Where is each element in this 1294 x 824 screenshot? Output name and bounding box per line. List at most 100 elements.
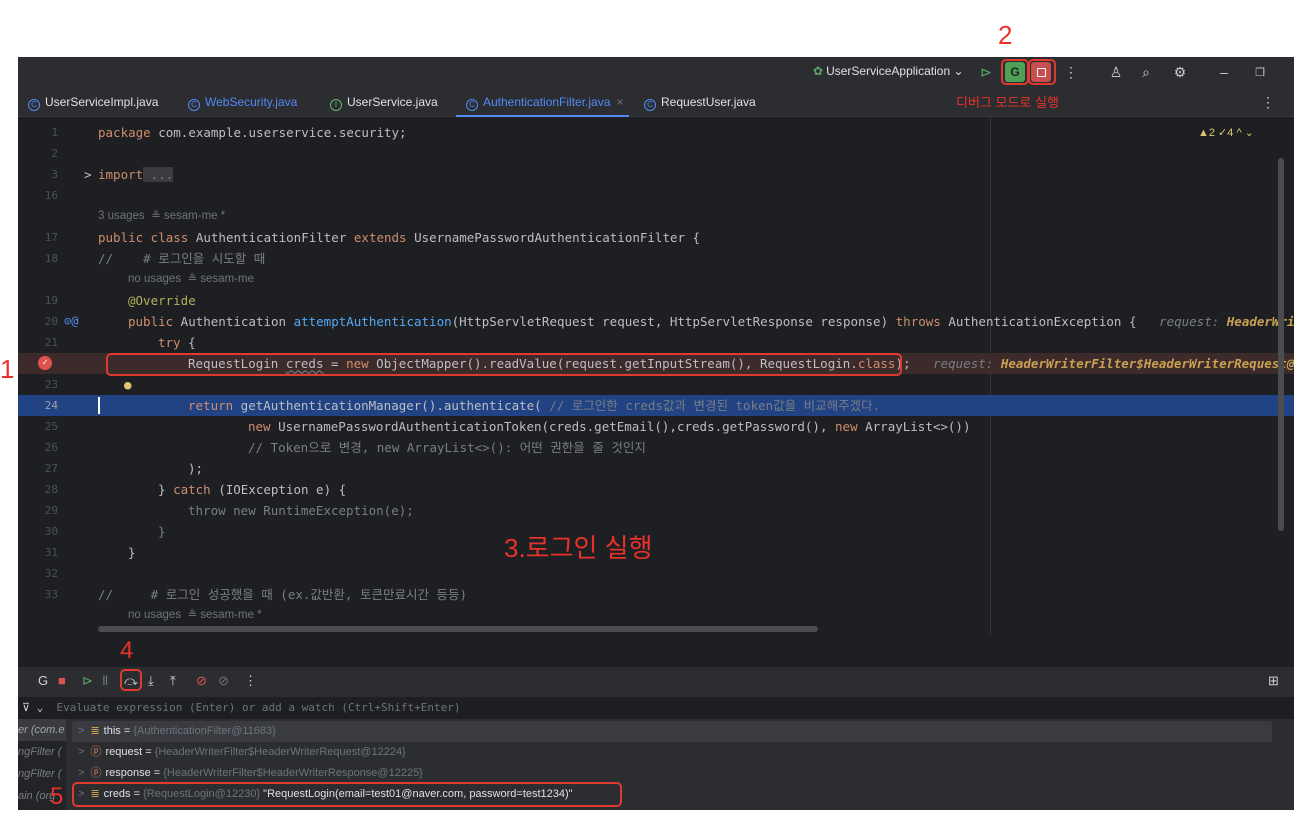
- minimize-icon[interactable]: –: [1214, 62, 1234, 82]
- code-line-20: 20 ⊙@ public Authentication attemptAuthent…: [18, 311, 1294, 332]
- code-line-27: 27);: [18, 458, 1294, 479]
- code-line-33: 33 // # 로그인 성공했을 때 (ex.값반환, 토큰만료시간 등등): [18, 584, 1294, 605]
- more-icon[interactable]: ⋮: [244, 673, 257, 689]
- line-number: 27: [44, 462, 58, 475]
- variable-name: this: [103, 725, 121, 737]
- frame-item[interactable]: er (com.e: [18, 719, 66, 741]
- code-fragment: com.example.userservice.security;: [150, 125, 407, 140]
- usage-hint: 3 usages ≗ sesam-me *: [18, 206, 1294, 227]
- line-number: 30: [44, 525, 58, 538]
- settings-icon[interactable]: ⚙: [1170, 62, 1190, 82]
- keyword: throws: [895, 314, 941, 329]
- code-line-18: 18 // # 로그인을 시도할 때: [18, 248, 1294, 269]
- editor-tabs: C UserServiceImpl.java C WebSecurity.java …: [18, 87, 1294, 117]
- expand-chevron-icon[interactable]: >: [78, 725, 84, 737]
- view-breakpoints-icon[interactable]: ⊘: [196, 673, 207, 689]
- breakpoint-icon[interactable]: ✓: [38, 356, 52, 370]
- tab-userserviceimpl[interactable]: C UserServiceImpl.java: [28, 87, 158, 117]
- inline-debug-text: HeaderWriterFilter$HeaderWriterRequest@1: [1000, 356, 1294, 371]
- layout-icon[interactable]: ⊞: [1268, 673, 1279, 689]
- comment: // Token으로 변경, new ArrayList<>(): 어떤 권한을…: [248, 440, 646, 455]
- title-bar: ✿ UserServiceApplication ⌄ ⊳ G ⋮ ♙ ⌕ ⚙ – …: [18, 57, 1294, 87]
- evaluate-expression-input[interactable]: ⊽ ⌄ Evaluate expression (Enter) or add a…: [18, 697, 1294, 719]
- highlight-box-debug: [1001, 59, 1029, 85]
- annotation-3: 3.로그인 실행: [504, 533, 653, 563]
- expand-chevron-icon[interactable]: >: [78, 767, 84, 779]
- field-icon: ≣: [90, 725, 100, 737]
- expand-chevron-icon[interactable]: >: [78, 746, 84, 758]
- usages-hint[interactable]: no usages ≗ sesam-me *: [128, 605, 262, 626]
- line-number: 19: [44, 294, 58, 307]
- step-out-icon[interactable]: ⤒: [170, 673, 176, 689]
- class-icon: C: [28, 99, 40, 111]
- line-number: 25: [44, 420, 58, 433]
- line-number: 2: [51, 147, 58, 160]
- inline-debug-value: request: HeaderWrit: [1136, 314, 1294, 329]
- variable-row-response[interactable]: > ⓟ response = {HeaderWriterFilter$HeaderW…: [72, 763, 1272, 784]
- code-line-24: 24 return getAuthenticationManager().auth…: [18, 395, 1294, 416]
- add-user-icon[interactable]: ♙: [1106, 62, 1126, 82]
- line-number: 28: [44, 483, 58, 496]
- pause-icon[interactable]: Ⅱ: [102, 673, 108, 689]
- line-number: 29: [44, 504, 58, 517]
- tab-userservice[interactable]: I UserService.java: [330, 87, 438, 117]
- filter-icon[interactable]: ⊽ ⌄: [22, 701, 43, 714]
- inline-debug-label: request:: [1159, 314, 1227, 329]
- lightbulb-icon[interactable]: ●: [124, 374, 132, 395]
- close-icon[interactable]: ×: [616, 95, 623, 109]
- code-text: try {: [158, 332, 196, 353]
- code-fragment: UsernamePasswordAuthenticationFilter {: [406, 230, 701, 245]
- code-fragment: getAuthenticationManager().authenticate(: [233, 398, 550, 413]
- override-gutter-icon[interactable]: ⊙@: [64, 311, 78, 332]
- resume-icon[interactable]: ⊳: [976, 62, 996, 82]
- code-text: public class AuthenticationFilter extend…: [98, 227, 700, 248]
- annotation-override: @Override: [128, 293, 196, 308]
- annotation-5: 5: [50, 783, 64, 810]
- line-number: 24: [44, 399, 58, 412]
- variable-row-this[interactable]: > ≣ this = {AuthenticationFilter@11683}: [72, 721, 1272, 742]
- folded-imports[interactable]: ...: [143, 167, 174, 182]
- more-icon[interactable]: ⋮: [1061, 62, 1081, 82]
- usages-hint[interactable]: 3 usages ≗ sesam-me *: [98, 206, 225, 227]
- highlight-box-line-22: [106, 353, 902, 376]
- code-line-26: 26 // Token으로 변경, new ArrayList<>(): 어떤 권…: [18, 437, 1294, 458]
- line-number: 21: [44, 336, 58, 349]
- rerun-icon[interactable]: G: [38, 673, 48, 688]
- tab-label: AuthenticationFilter.java: [483, 95, 611, 109]
- vertical-scrollbar[interactable]: [1278, 158, 1284, 531]
- mute-breakpoints-icon[interactable]: ⊘: [218, 673, 229, 689]
- code-text: new UsernamePasswordAuthenticationToken(…: [248, 416, 970, 437]
- usages-hint[interactable]: no usages ≗ sesam-me: [128, 269, 254, 290]
- variable-row-request[interactable]: > ⓟ request = {HeaderWriterFilter$HeaderWr…: [72, 742, 1272, 763]
- code-line-1: 1 package com.example.userservice.securit…: [18, 122, 1294, 143]
- line-number: 20: [44, 315, 58, 328]
- code-fragment: (HttpServletRequest request, HttpServlet…: [451, 314, 896, 329]
- fold-chevron-icon[interactable]: >: [84, 164, 92, 185]
- keyword: try: [158, 335, 181, 350]
- tabs-more-icon[interactable]: ⋮: [1258, 92, 1278, 112]
- tab-authenticationfilter[interactable]: C AuthenticationFilter.java ×: [455, 87, 630, 117]
- tab-websecurity[interactable]: C WebSecurity.java: [188, 87, 297, 117]
- code-editor[interactable]: ▲2 ✓4 ^ ⌄ 1 package com.example.userservi…: [18, 118, 1294, 635]
- variable-eq: =: [120, 725, 134, 737]
- class-icon: C: [644, 99, 656, 111]
- horizontal-scrollbar[interactable]: [98, 626, 818, 632]
- stop-icon[interactable]: ■: [58, 673, 66, 688]
- maximize-icon[interactable]: ❐: [1250, 62, 1270, 82]
- highlight-box-creds: [72, 782, 622, 807]
- tab-requestuser[interactable]: C RequestUser.java: [644, 87, 756, 117]
- search-icon[interactable]: ⌕: [1136, 62, 1156, 82]
- text-caret: [98, 397, 100, 414]
- tab-label: RequestUser.java: [661, 95, 756, 109]
- code-fragment: UsernamePasswordAuthenticationToken(cred…: [270, 419, 836, 434]
- code-fragment: Authentication: [173, 314, 294, 329]
- run-config-selector[interactable]: ✿ UserServiceApplication ⌄: [813, 64, 964, 78]
- run-config-label: UserServiceApplication ⌄: [826, 64, 964, 78]
- keyword: extends: [353, 230, 407, 245]
- frame-item[interactable]: ngFilter (: [18, 741, 66, 763]
- step-into-icon[interactable]: ⤓: [148, 673, 154, 689]
- resume-icon[interactable]: ⊳: [82, 673, 93, 689]
- frame-item[interactable]: ngFilter (: [18, 763, 66, 785]
- keyword: public class: [98, 230, 189, 245]
- highlight-box-step-over: [120, 669, 142, 691]
